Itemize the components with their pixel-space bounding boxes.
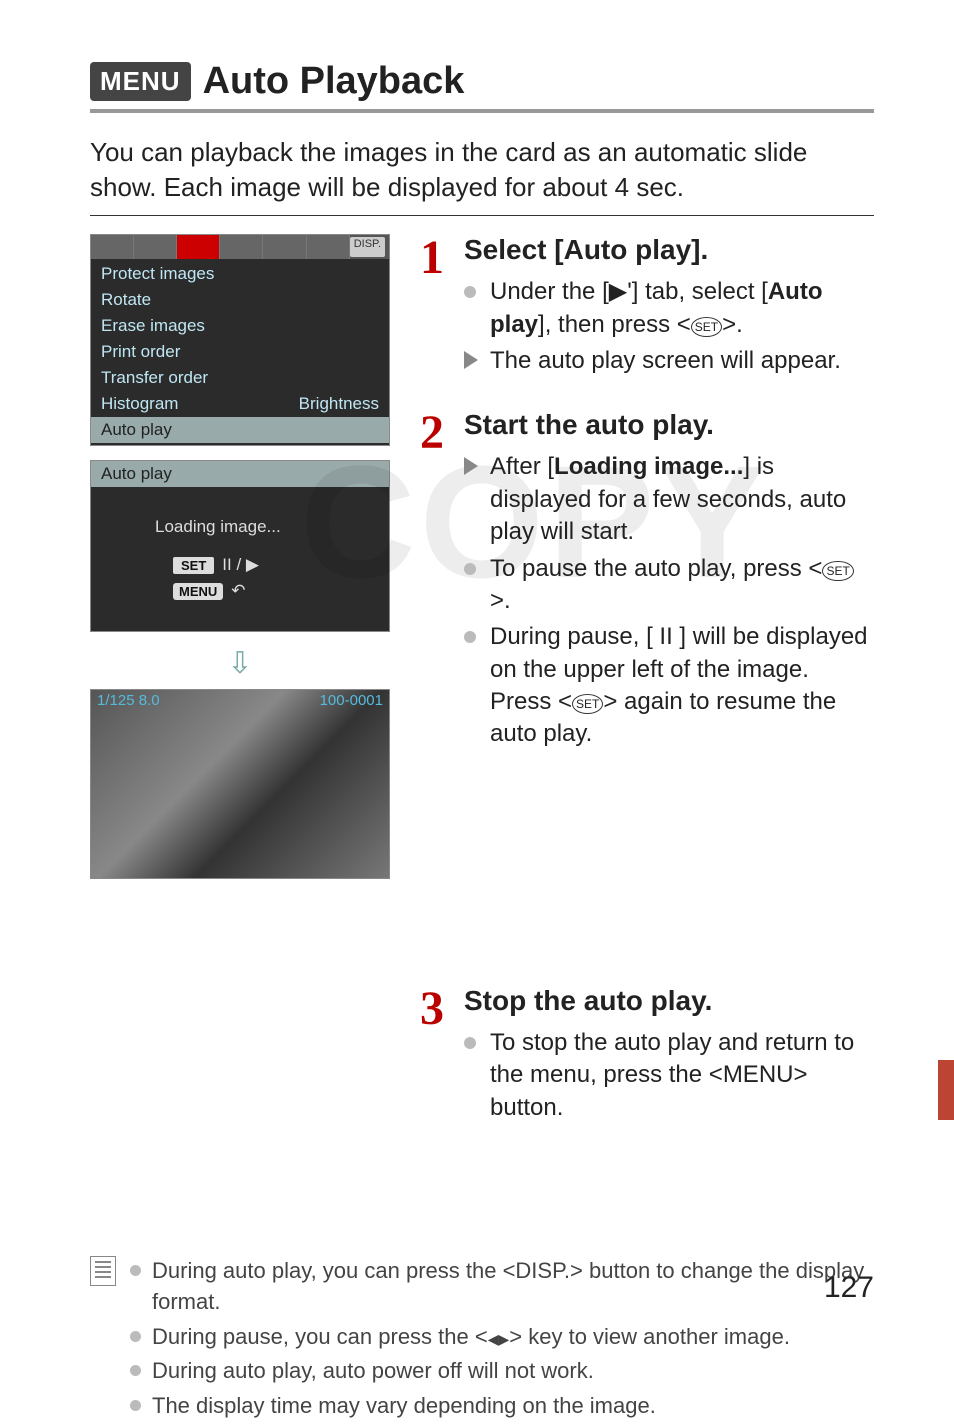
step-line: After [Loading image...] is displayed fo…: [464, 451, 874, 548]
menu-badge: MENU: [90, 62, 191, 101]
tab-icon: [134, 235, 177, 259]
triangle-bullet-icon: [464, 457, 478, 475]
menu-button-label: MENU: [723, 1061, 794, 1088]
tab-icon: [263, 235, 306, 259]
step-line: To pause the auto play, press <SET>.: [464, 553, 874, 618]
set-pill: SET: [173, 557, 214, 574]
dot-bullet-icon: [130, 1365, 141, 1376]
left-column: DISP. Protect images Rotate Erase images…: [90, 234, 390, 1156]
menu-item: Print order: [91, 339, 389, 365]
menu-item: Erase images: [91, 313, 389, 339]
step-heading: Start the auto play.: [464, 409, 874, 441]
step-line: Under the [▶'] tab, select [Auto play], …: [464, 276, 874, 341]
note-line: During auto play, auto power off will no…: [130, 1356, 874, 1387]
step-number: 2: [420, 409, 454, 755]
step-heading: Stop the auto play.: [464, 985, 874, 1017]
right-column: 1 Select [Auto play]. Under the [▶'] tab, …: [420, 234, 874, 1156]
note-line: The display time may vary depending on t…: [130, 1391, 874, 1422]
triangle-bullet-icon: [464, 351, 478, 369]
notes-section: During auto play, you can press the <DIS…: [90, 1256, 874, 1426]
page-title: Auto Playback: [203, 60, 465, 103]
back-glyph: ↶: [231, 581, 245, 601]
dot-bullet-icon: [464, 563, 476, 575]
intro-text: You can playback the images in the card …: [90, 135, 874, 205]
tab-icon-selected: [177, 235, 220, 259]
sample-photo: 1/125 8.0 100-0001: [90, 689, 390, 879]
left-right-key-icon: [488, 1322, 510, 1353]
note-line: During auto play, you can press the <DIS…: [130, 1256, 874, 1318]
note-line: During pause, you can press the <> key t…: [130, 1322, 874, 1353]
dot-bullet-icon: [130, 1400, 141, 1411]
page-number: 127: [824, 1271, 874, 1305]
step-line: During pause, [ II ] will be displayed o…: [464, 621, 874, 751]
step-line: To stop the auto play and return to the …: [464, 1027, 874, 1124]
step-number: 1: [420, 234, 454, 381]
histogram-label: Histogram: [101, 394, 178, 414]
title-rule: [90, 109, 874, 113]
dot-bullet-icon: [464, 1037, 476, 1049]
set-icon: SET: [691, 317, 722, 337]
set-icon: SET: [822, 561, 853, 581]
title-row: MENU Auto Playback: [90, 60, 874, 103]
set-icon: SET: [572, 694, 603, 714]
pause-play-glyph: II / ▶: [222, 555, 259, 575]
dot-bullet-icon: [130, 1265, 141, 1276]
step: 1 Select [Auto play]. Under the [▶'] tab, …: [420, 234, 874, 381]
note-icon: [90, 1256, 116, 1286]
edge-tab: [938, 1060, 954, 1120]
dot-bullet-icon: [130, 1331, 141, 1342]
menu-item-histogram: Histogram Brightness: [91, 391, 389, 417]
loading-text: Loading image...: [141, 517, 389, 537]
disp-tag: DISP.: [350, 237, 385, 257]
menu-item: Protect images: [91, 261, 389, 287]
separator: [90, 215, 874, 216]
step-heading: Select [Auto play].: [464, 234, 874, 266]
menu-item-selected: Auto play: [91, 417, 389, 443]
menu-pill: MENU: [173, 583, 223, 600]
menu-item: Rotate: [91, 287, 389, 313]
tab-icon: [307, 235, 350, 259]
tab-icon: [220, 235, 263, 259]
step-number: 3: [420, 985, 454, 1128]
histogram-value: Brightness: [299, 394, 379, 414]
menu-item: Transfer order: [91, 365, 389, 391]
step: 3 Stop the auto play. To stop the auto pla…: [420, 985, 874, 1128]
menu-screenshot: DISP. Protect images Rotate Erase images…: [90, 234, 390, 446]
down-arrow-icon: ⇩: [90, 646, 390, 681]
dot-bullet-icon: [464, 286, 476, 298]
step-line: The auto play screen will appear.: [464, 345, 874, 377]
autoplay-screenshot: Auto play Loading image... SET II / ▶ ME…: [90, 460, 390, 632]
dot-bullet-icon: [464, 631, 476, 643]
photo-info-left: 1/125 8.0: [97, 692, 160, 709]
tab-icon: [91, 235, 134, 259]
step: 2 Start the auto play. After [Loading imag…: [420, 409, 874, 755]
autoplay-title: Auto play: [91, 461, 389, 487]
photo-info-right: 100-0001: [320, 692, 383, 709]
disp-button-label: DISP.: [515, 1258, 570, 1283]
